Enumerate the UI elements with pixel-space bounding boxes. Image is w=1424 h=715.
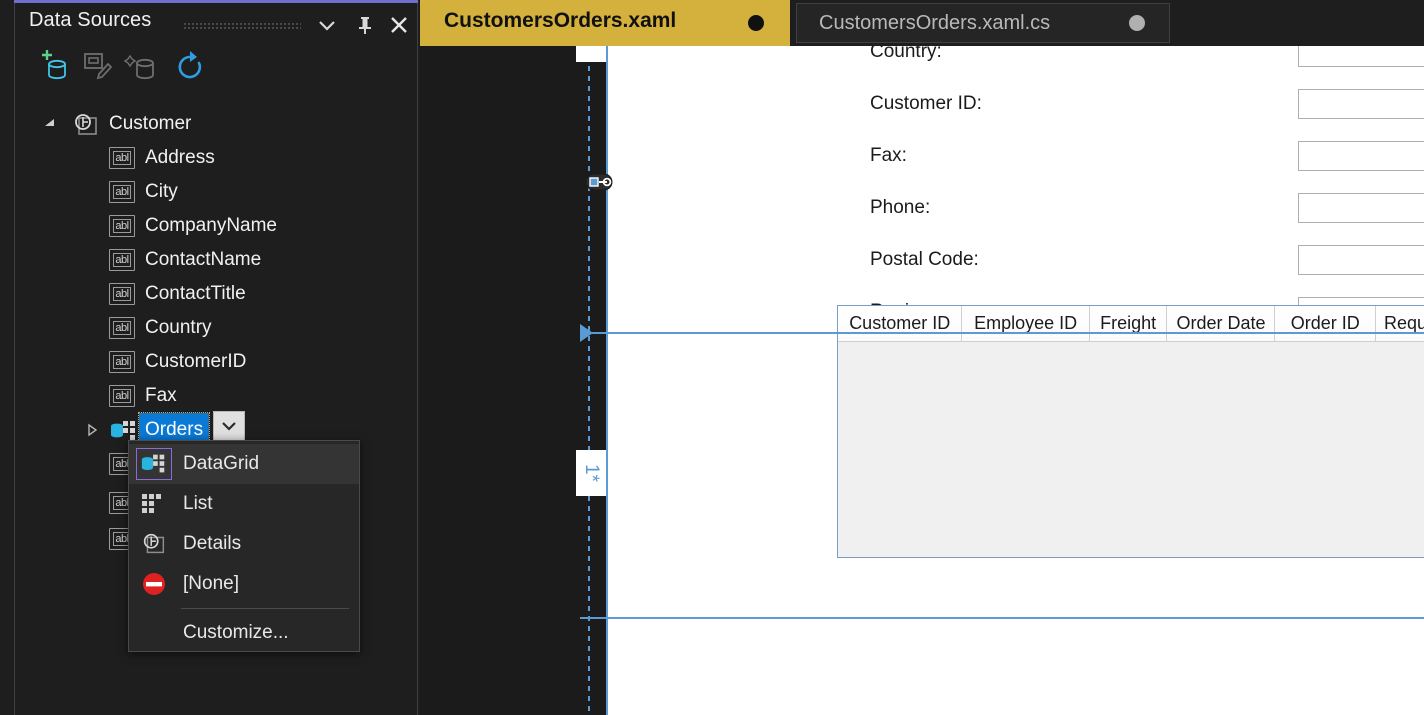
tree-item-label: City [145,175,178,209]
menu-item-datagrid[interactable]: DataGrid [129,444,359,484]
row-divider-line [592,332,1424,334]
list-icon [137,489,171,519]
string-field-icon: abl [109,215,135,237]
tab-label: CustomersOrders.xaml [444,9,676,33]
column-header-customer-id[interactable]: Customer ID [838,306,962,342]
tool-window-title: Data Sources [29,9,151,32]
column-header-freight[interactable]: Freight [1090,306,1168,342]
tab-label: CustomersOrders.xaml.cs [819,12,1050,35]
edit-dataset-icon [78,47,118,87]
tab-customersorders-xaml[interactable]: CustomersOrders.xaml [420,0,790,46]
chevron-down-icon[interactable] [315,14,339,36]
menu-item-list[interactable]: List [129,484,359,524]
data-sources-tool-window: Data Sources [0,0,418,715]
column-header-employee-id[interactable]: Employee ID [962,306,1089,342]
rail-edge-line [606,46,608,715]
menu-item-label: Details [183,533,241,555]
close-icon[interactable] [387,14,411,36]
column-header-order-id[interactable]: Order ID [1275,306,1376,342]
menu-separator [181,608,349,609]
object-data-source-icon [71,113,101,142]
field-label: Country: [870,46,942,69]
string-field-icon: abl [109,385,135,407]
menu-item-details[interactable]: Details [129,524,359,564]
xaml-designer-surface[interactable]: Country: Customer ID: Fax: Phone: Postal… [420,46,1424,715]
string-field-icon: abl [109,317,135,339]
data-sources-toolbar [15,45,417,91]
customer-id-input[interactable] [1298,89,1424,119]
rail-size-tag-bottom[interactable]: 1* [576,450,606,496]
tab-customersorders-xaml-cs[interactable]: CustomersOrders.xaml.cs [796,3,1170,43]
orders-dropdown-button[interactable] [213,411,245,441]
menu-item-label: [None] [183,573,239,595]
menu-item-none[interactable]: [None] [129,564,359,604]
tree-item-label: Address [145,141,215,175]
tree-item-address[interactable]: abl Address [15,141,417,175]
drag-handle-dots[interactable] [183,22,301,31]
tool-window-titlebar[interactable]: Data Sources [15,3,417,45]
tree-item-label: Customer [109,107,191,141]
menu-item-label: DataGrid [183,453,259,475]
rail-size-tag-top[interactable]: (36 [576,46,606,62]
field-label: Fax: [870,139,907,173]
visual-studio-window: Data Sources [0,0,1424,715]
string-field-icon: abl [109,147,135,169]
tree-item-city[interactable]: abl City [15,175,417,209]
phone-input[interactable] [1298,193,1424,223]
orders-datagrid[interactable]: Customer ID Employee ID Freight Order Da… [837,305,1424,558]
tree-item-customer[interactable]: Customer [15,107,417,141]
postal-code-input[interactable] [1298,245,1424,275]
grid-link-icon[interactable] [585,172,613,192]
fax-input[interactable] [1298,141,1424,171]
details-icon [137,529,171,559]
tree-item-label: CompanyName [145,209,277,243]
tree-item-customerid[interactable]: abl CustomerID [15,345,417,379]
design-canvas[interactable]: Country: Customer ID: Fax: Phone: Postal… [608,46,1424,715]
chevron-down-icon [220,420,238,432]
tree-item-companyname[interactable]: abl CompanyName [15,209,417,243]
datagrid-header-row: Customer ID Employee ID Freight Order Da… [838,306,1424,342]
menu-item-label: Customize... [183,622,289,644]
datagrid-body[interactable] [838,342,1424,557]
add-new-object-data-source-icon [123,47,163,87]
expander-expand-icon[interactable] [85,423,99,437]
pin-icon[interactable] [353,14,377,36]
unsaved-dot-icon [748,15,764,31]
tree-item-label: ContactTitle [145,277,246,311]
field-label: Phone: [870,191,930,225]
designer-row-rail[interactable] [575,46,608,715]
field-label: Customer ID: [870,87,982,121]
string-field-icon: abl [109,181,135,203]
menu-item-label: List [183,493,213,515]
tree-item-label: Country [145,311,212,345]
rail-dotted-guide [588,46,590,715]
string-field-icon: abl [109,249,135,271]
column-header-required-date[interactable]: Required Date [1376,306,1424,342]
add-new-data-source-icon[interactable] [35,47,75,87]
tree-item-country[interactable]: abl Country [15,311,417,345]
unsaved-dot-icon [1129,15,1145,31]
refresh-icon[interactable] [170,47,210,87]
tree-item-contacttitle[interactable]: abl ContactTitle [15,277,417,311]
string-field-icon: abl [109,351,135,373]
datagrid-icon [137,449,171,479]
tree-item-contactname[interactable]: abl ContactName [15,243,417,277]
control-type-dropdown-menu: DataGrid List [128,440,360,652]
field-label: Postal Code: [870,243,979,277]
tree-item-fax[interactable]: abl Fax [15,379,417,413]
editor-tab-strip: CustomersOrders.xaml CustomersOrders.xam… [420,0,1424,46]
tree-item-label: ContactName [145,243,261,277]
none-icon [137,569,171,599]
column-header-order-date[interactable]: Order Date [1167,306,1275,342]
row-bottom-divider-line [580,617,1424,619]
expander-collapse-icon[interactable] [43,117,57,131]
menu-item-customize[interactable]: Customize... [129,613,359,653]
tree-item-label: CustomerID [145,345,246,379]
tree-item-label: Fax [145,379,177,413]
string-field-icon: abl [109,283,135,305]
country-input[interactable] [1298,46,1424,67]
